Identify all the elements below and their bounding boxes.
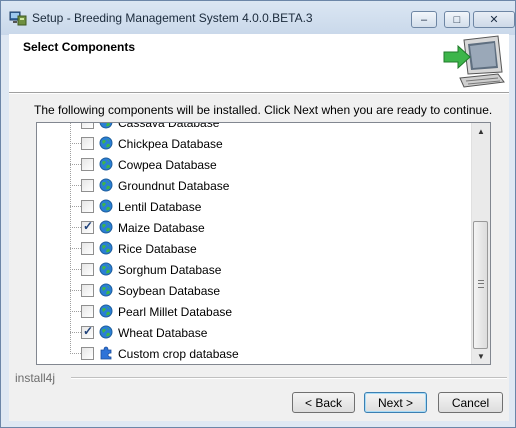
component-checkbox[interactable]: ✓ xyxy=(81,219,94,234)
component-checkbox[interactable] xyxy=(81,158,94,171)
component-checkbox[interactable] xyxy=(81,347,94,360)
tree-branch-line xyxy=(70,185,81,186)
tree-branch-line xyxy=(70,206,81,207)
component-label: Sorghum Database xyxy=(118,263,222,277)
component-checkbox[interactable] xyxy=(81,242,94,255)
globe-icon xyxy=(99,199,113,213)
component-row[interactable]: Lentil Database xyxy=(37,196,471,217)
component-label: Rice Database xyxy=(118,242,197,256)
tree-branch-line xyxy=(70,122,81,123)
component-checkbox[interactable] xyxy=(81,123,94,129)
puzzle-icon xyxy=(99,346,113,360)
component-label: Maize Database xyxy=(118,221,205,235)
brand-label: install4j xyxy=(15,371,56,385)
component-checkbox[interactable]: ✓ xyxy=(81,324,94,339)
component-checkbox[interactable] xyxy=(81,284,94,297)
tree-branch-line xyxy=(70,311,81,312)
component-row[interactable]: ✓ Wheat Database xyxy=(37,322,471,343)
globe-icon xyxy=(99,123,113,129)
globe-icon xyxy=(99,283,113,297)
component-label: Custom crop database xyxy=(118,347,239,361)
component-checkbox[interactable] xyxy=(81,263,94,276)
back-button[interactable]: < Back xyxy=(292,392,355,413)
tree-branch-line xyxy=(70,269,81,270)
wizard-content: Select Components The following componen… xyxy=(9,34,509,421)
title-bar[interactable]: Setup - Breeding Management System 4.0.0… xyxy=(1,1,515,35)
component-row[interactable]: Sorghum Database xyxy=(37,259,471,280)
install-computer-icon xyxy=(443,35,505,88)
component-checkbox[interactable] xyxy=(81,200,94,213)
tree-branch-line xyxy=(70,290,81,291)
window-title: Setup - Breeding Management System 4.0.0… xyxy=(32,11,313,25)
component-row[interactable]: Groundnut Database xyxy=(37,175,471,196)
minimize-button[interactable]: – xyxy=(411,11,437,28)
globe-icon xyxy=(99,304,113,318)
page-title: Select Components xyxy=(23,40,136,54)
installer-window: Setup - Breeding Management System 4.0.0… xyxy=(0,0,516,428)
globe-icon xyxy=(99,136,113,150)
component-row[interactable]: Rice Database xyxy=(37,238,471,259)
tree-branch-line xyxy=(70,227,81,228)
component-row[interactable]: Cassava Database xyxy=(37,122,471,133)
footer-divider-highlight xyxy=(71,378,507,379)
component-row[interactable]: Soybean Database xyxy=(37,280,471,301)
globe-icon xyxy=(99,262,113,276)
header-divider xyxy=(9,93,509,94)
setup-app-icon xyxy=(9,11,27,26)
scroll-thumb[interactable] xyxy=(473,221,488,349)
wizard-header: Select Components xyxy=(9,34,509,93)
checkmark-icon: ✓ xyxy=(83,324,94,338)
close-icon: ✕ xyxy=(489,14,499,26)
component-row[interactable]: Custom crop database xyxy=(37,343,471,364)
tree-branch-line xyxy=(70,353,81,354)
component-row[interactable]: Cowpea Database xyxy=(37,154,471,175)
scroll-up-arrow-icon[interactable]: ▲ xyxy=(474,124,488,138)
tree-branch-line xyxy=(70,164,81,165)
tree-branch-line xyxy=(70,143,81,144)
component-row[interactable]: Pearl Millet Database xyxy=(37,301,471,322)
component-label: Lentil Database xyxy=(118,200,202,214)
grip-icon xyxy=(478,280,484,288)
tree-scrollbar[interactable]: ▲ ▼ xyxy=(471,123,490,364)
component-checkbox[interactable] xyxy=(81,305,94,318)
maximize-icon: □ xyxy=(453,13,461,26)
globe-icon xyxy=(99,325,113,339)
instructions-text: The following components will be install… xyxy=(34,103,493,117)
close-button[interactable]: ✕ xyxy=(473,11,515,28)
globe-icon xyxy=(99,220,113,234)
component-row[interactable]: ✓ Maize Database xyxy=(37,217,471,238)
component-label: Soybean Database xyxy=(118,284,221,298)
minimize-icon: – xyxy=(420,13,428,26)
scroll-down-arrow-icon[interactable]: ▼ xyxy=(474,349,488,363)
tree-branch-line xyxy=(70,332,81,333)
component-label: Cowpea Database xyxy=(118,158,217,172)
globe-icon xyxy=(99,178,113,192)
maximize-button[interactable]: □ xyxy=(444,11,470,28)
component-label: Groundnut Database xyxy=(118,179,230,193)
component-checkbox[interactable] xyxy=(81,179,94,192)
checkmark-icon: ✓ xyxy=(83,219,94,233)
component-row[interactable]: Chickpea Database xyxy=(37,133,471,154)
component-tree[interactable]: Cassava Database Chickpea Database Cowpea … xyxy=(36,122,491,365)
component-label: Wheat Database xyxy=(118,326,208,340)
component-checkbox[interactable] xyxy=(81,137,94,150)
cancel-button[interactable]: Cancel xyxy=(438,392,503,413)
tree-branch-line xyxy=(70,248,81,249)
globe-icon xyxy=(99,241,113,255)
component-label: Pearl Millet Database xyxy=(118,305,233,319)
component-label: Chickpea Database xyxy=(118,137,223,151)
component-label: Cassava Database xyxy=(118,122,220,130)
next-button[interactable]: Next > xyxy=(364,392,427,413)
globe-icon xyxy=(99,157,113,171)
